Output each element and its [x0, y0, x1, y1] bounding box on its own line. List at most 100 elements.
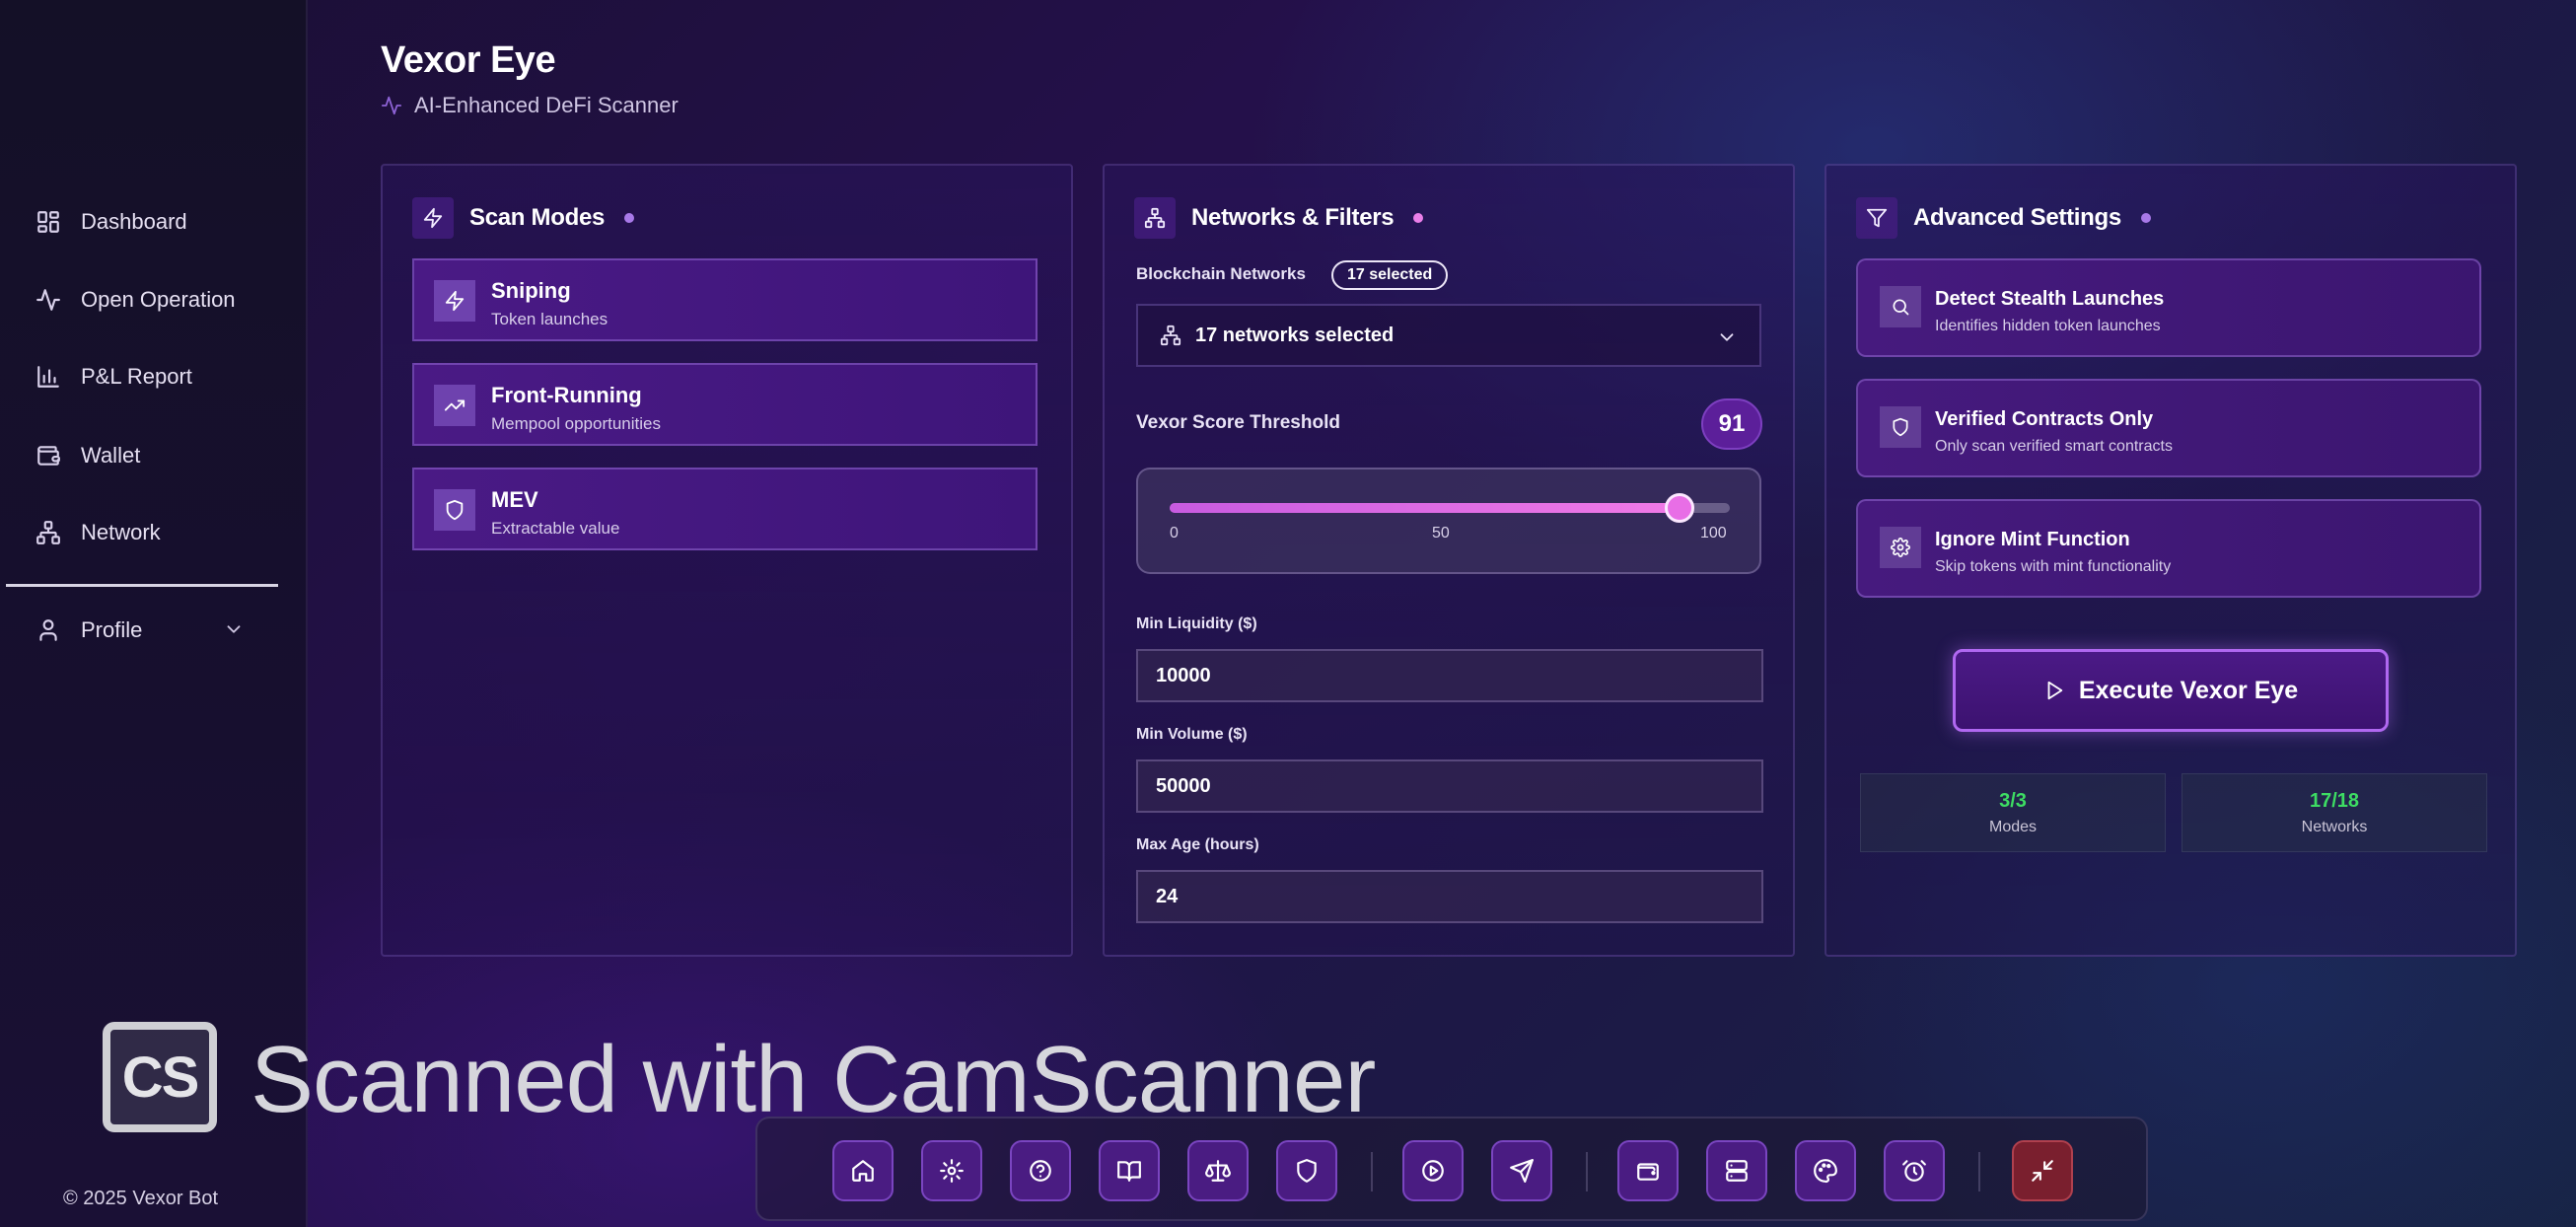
score-value-badge: 91	[1701, 398, 1762, 450]
chevron-down-icon[interactable]	[223, 618, 245, 640]
gear-icon	[939, 1158, 965, 1184]
mode-card-mev[interactable]: MEV Extractable value	[412, 468, 1038, 550]
setting-verified-contracts-only[interactable]: Verified Contracts Only Only scan verifi…	[1856, 379, 2481, 477]
dock-send-button[interactable]	[1491, 1140, 1552, 1201]
dock-separator	[1586, 1152, 1588, 1191]
user-icon	[36, 617, 61, 643]
networks-select-value: 17 networks selected	[1195, 324, 1395, 346]
setting-ignore-mint-function[interactable]: Ignore Mint Function Skip tokens with mi…	[1856, 499, 2481, 598]
stat-label: Modes	[1988, 819, 2038, 835]
sidebar-item-wallet[interactable]: Wallet	[36, 434, 140, 477]
mode-card-sniping[interactable]: Sniping Token launches	[412, 258, 1038, 341]
setting-desc: Only scan verified smart contracts	[1935, 438, 2173, 455]
stat-label: Networks	[2301, 819, 2368, 835]
slider-tick-mid: 50	[1432, 525, 1450, 541]
setting-desc: Skip tokens with mint functionality	[1935, 558, 2172, 575]
min-volume-input[interactable]: 50000	[1136, 759, 1763, 813]
stat-value: 17/18	[2309, 790, 2360, 812]
mode-name: Front-Running	[491, 383, 642, 407]
stat-value: 3/3	[1999, 790, 2027, 812]
shield-icon	[1891, 417, 1910, 437]
min-volume-label: Min Volume ($)	[1136, 726, 1248, 743]
status-dot	[1413, 213, 1424, 223]
score-slider-box: 0 50 100	[1136, 468, 1761, 574]
execute-button-label: Execute Vexor Eye	[2078, 676, 2299, 704]
play-icon	[2043, 680, 2065, 701]
dock-minimize-button[interactable]	[2012, 1140, 2073, 1201]
setting-icon-box	[1880, 527, 1921, 568]
mode-desc: Extractable value	[491, 519, 620, 538]
activity-icon	[36, 287, 61, 313]
blockchain-networks-label: Blockchain Networks	[1136, 264, 1306, 283]
max-age-input[interactable]: 24	[1136, 870, 1763, 923]
dock-separator	[1371, 1152, 1373, 1191]
networks-header: Networks & Filters	[1134, 197, 1424, 239]
dock-security-button[interactable]	[1276, 1140, 1337, 1201]
wallet-icon	[1635, 1158, 1661, 1184]
max-age-label: Max Age (hours)	[1136, 836, 1259, 853]
min-liquidity-label: Min Liquidity ($)	[1136, 615, 1257, 632]
scan-modes-panel: Scan Modes Sniping Token launches Front-…	[381, 164, 1073, 957]
home-icon	[850, 1158, 876, 1184]
bolt-icon	[422, 207, 444, 229]
setting-detect-stealth-launches[interactable]: Detect Stealth Launches Identifies hidde…	[1856, 258, 2481, 357]
play-icon	[1420, 1158, 1446, 1184]
setting-name: Verified Contracts Only	[1935, 408, 2154, 430]
panel-title: Networks & Filters	[1191, 204, 1395, 231]
sidebar-item-label: Wallet	[81, 443, 141, 468]
sidebar-item-label: Profile	[81, 617, 143, 642]
dock-help-button[interactable]	[1010, 1140, 1071, 1201]
help-icon	[1028, 1158, 1053, 1184]
mode-icon-box	[434, 280, 475, 322]
sidebar-item-open-operation[interactable]: Open Operation	[36, 278, 236, 322]
scale-icon	[1205, 1158, 1231, 1184]
dock-theme-button[interactable]	[1795, 1140, 1856, 1201]
bar-chart-icon	[36, 364, 61, 390]
score-slider[interactable]	[1170, 493, 1730, 523]
dock-server-button[interactable]	[1706, 1140, 1767, 1201]
dock-settings-button[interactable]	[921, 1140, 982, 1201]
execute-button[interactable]: Execute Vexor Eye	[1953, 649, 2389, 732]
network-icon	[1144, 207, 1166, 229]
mode-card-front-running[interactable]: Front-Running Mempool opportunities	[412, 363, 1038, 446]
advanced-header: Advanced Settings	[1856, 197, 2151, 239]
sidebar-item-label: Network	[81, 520, 161, 544]
dock-separator	[1978, 1152, 1980, 1191]
alarm-icon	[1901, 1158, 1927, 1184]
status-dot	[2140, 213, 2151, 223]
search-icon	[1891, 297, 1910, 317]
chevron-down-icon	[1716, 326, 1738, 348]
setting-name: Ignore Mint Function	[1935, 529, 2130, 550]
slider-tick-min: 0	[1170, 525, 1179, 541]
dock-legal-button[interactable]	[1187, 1140, 1249, 1201]
dock-play-button[interactable]	[1402, 1140, 1464, 1201]
palette-icon	[1813, 1158, 1838, 1184]
slider-fill	[1170, 503, 1680, 513]
mode-desc: Mempool opportunities	[491, 414, 661, 433]
bolt-icon	[444, 290, 465, 312]
min-liquidity-input[interactable]: 10000	[1136, 649, 1763, 702]
dock-wallet-button[interactable]	[1617, 1140, 1679, 1201]
setting-name: Detect Stealth Launches	[1935, 288, 2165, 310]
gear-icon	[1891, 538, 1910, 557]
sidebar-item-network[interactable]: Network	[36, 511, 161, 554]
panel-icon-box	[1134, 197, 1176, 239]
networks-select[interactable]: 17 networks selected	[1136, 304, 1761, 367]
sidebar-divider	[6, 584, 278, 587]
dock-home-button[interactable]	[832, 1140, 894, 1201]
sidebar-item-pl-report[interactable]: P&L Report	[36, 355, 192, 398]
sidebar-item-profile[interactable]: Profile	[36, 609, 142, 652]
dock-alarm-button[interactable]	[1884, 1140, 1945, 1201]
networks-filters-panel: Networks & Filters Blockchain Networks 1…	[1103, 164, 1795, 957]
setting-icon-box	[1880, 406, 1921, 448]
sidebar-item-label: P&L Report	[81, 364, 192, 389]
sidebar-item-dashboard[interactable]: Dashboard	[36, 200, 187, 244]
slider-thumb[interactable]	[1664, 493, 1694, 523]
score-threshold-label: Vexor Score Threshold	[1136, 412, 1340, 433]
shield-icon	[1294, 1158, 1320, 1184]
filter-icon	[1866, 207, 1888, 229]
send-icon	[1509, 1158, 1535, 1184]
scan-modes-header: Scan Modes	[412, 197, 635, 239]
dock-docs-button[interactable]	[1099, 1140, 1160, 1201]
slider-tick-max: 100	[1700, 525, 1727, 541]
